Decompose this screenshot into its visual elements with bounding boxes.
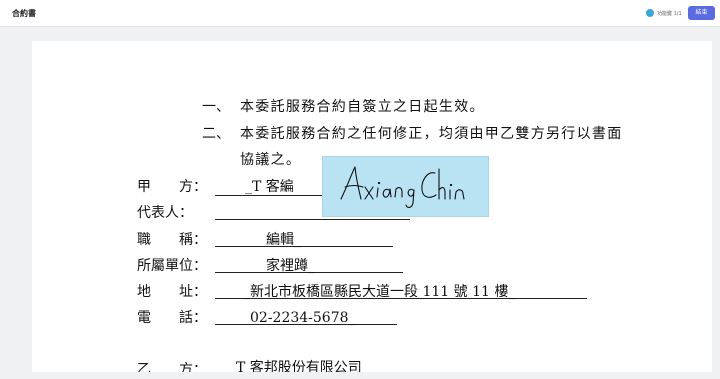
clause-2-number: 二、 <box>202 126 230 142</box>
contract-content: 一、 本委託服務合約自簽立之日起生效。 二、 本委託服務合約之任何修正，均須由甲… <box>0 0 720 379</box>
job-title-label: 職 稱： <box>137 232 207 248</box>
representative-label: 代表人： <box>137 205 193 221</box>
unit-label: 所屬單位： <box>137 258 207 274</box>
party-a-label: 甲 方： <box>137 179 207 195</box>
job-title-value[interactable]: 編輯_ <box>266 232 301 248</box>
unit-value[interactable]: 家裡蹲_ <box>266 258 315 274</box>
address-value[interactable]: _新北市板橋區縣民大道一段 111 號 11 樓_ <box>243 284 515 300</box>
party-a-value[interactable]: _T 客編 <box>245 179 294 195</box>
clause-2-text: 本委託服務合約之任何修正，均須由甲乙雙方另行以書面 <box>240 126 623 142</box>
address-label: 地 址： <box>137 284 207 300</box>
viewer-bottom-edge <box>0 372 720 379</box>
job-title-underline <box>215 246 393 247</box>
signature-field[interactable] <box>322 156 489 217</box>
clause-1-text: 本委託服務合約自簽立之日起生效。 <box>240 99 485 115</box>
phone-label: 電 話： <box>137 310 207 326</box>
clause-2-continuation: 協議之。 <box>240 152 302 168</box>
party-a-underline <box>215 195 325 196</box>
handwritten-signature <box>340 166 465 208</box>
phone-value[interactable]: 02-2234-5678_ <box>250 310 356 326</box>
clause-1-number: 一、 <box>202 99 230 115</box>
representative-underline <box>215 219 410 220</box>
